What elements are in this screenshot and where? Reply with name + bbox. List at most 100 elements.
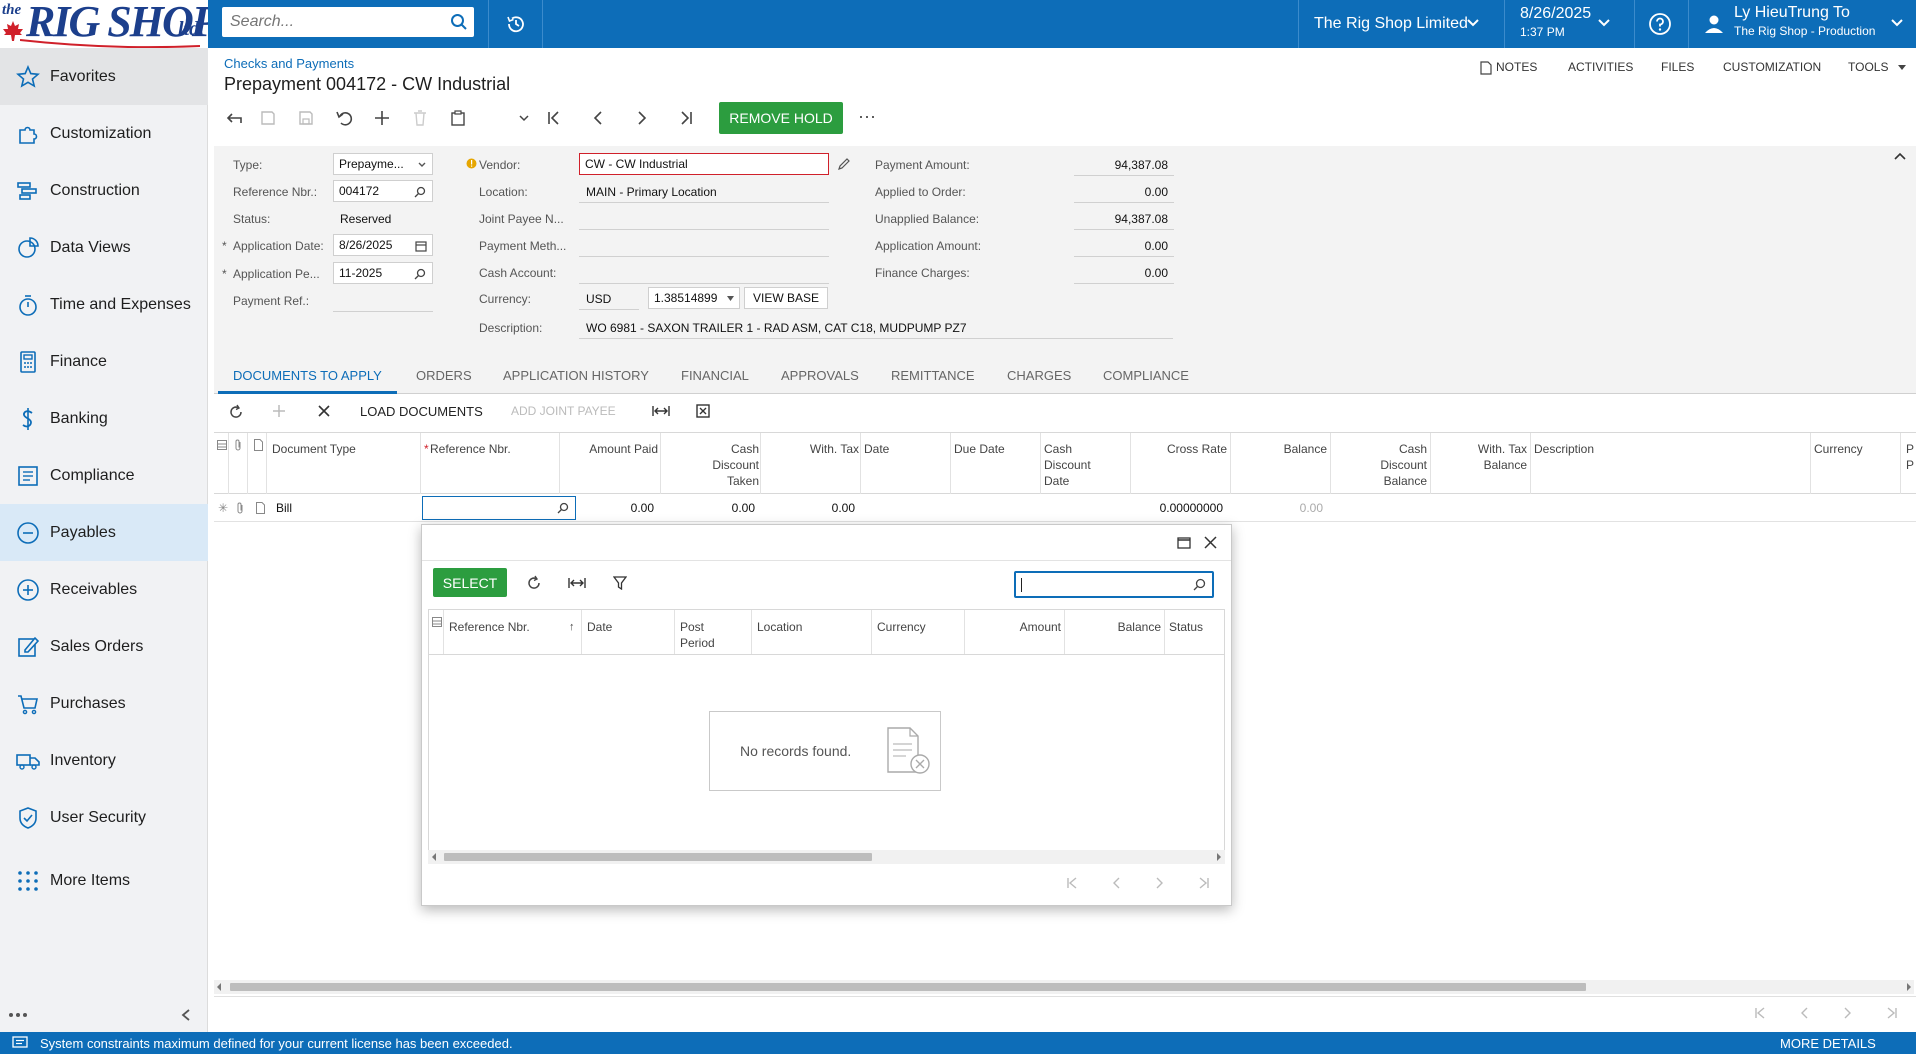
search-input[interactable] (222, 7, 432, 37)
scroll-right-icon[interactable] (1906, 983, 1912, 991)
scroll-right-icon[interactable] (1216, 853, 1222, 861)
col-cash-discount-date[interactable]: Cash Discount Date (1044, 441, 1091, 489)
payment-method-field[interactable] (579, 256, 829, 257)
cell-document-type[interactable]: Bill (276, 501, 292, 515)
col-reference-nbr[interactable]: Reference Nbr. (430, 441, 511, 457)
lookup-icon[interactable] (414, 186, 426, 198)
vendor-field[interactable]: CW - CW Industrial (579, 153, 829, 175)
cash-account-field[interactable] (579, 283, 829, 284)
cell-with-tax[interactable]: 0.00 (761, 501, 855, 515)
col-truncated[interactable]: PP (1906, 441, 1914, 473)
col-amount[interactable]: Amount (965, 619, 1061, 635)
close-icon[interactable] (318, 405, 330, 417)
col-post-period[interactable]: Post Period (680, 619, 715, 651)
company-logo[interactable]: the RIG SHOP ltd. (0, 0, 208, 48)
tools-menu[interactable]: TOOLS (1848, 60, 1888, 74)
load-documents-button[interactable]: LOAD DOCUMENTS (360, 404, 483, 419)
remove-hold-button[interactable]: REMOVE HOLD (719, 102, 843, 134)
col-balance[interactable]: Balance (1065, 619, 1161, 635)
search-icon[interactable] (450, 13, 468, 31)
tab-compliance[interactable]: COMPLIANCE (1103, 362, 1189, 394)
chevron-down-icon[interactable] (1597, 18, 1611, 28)
currency-rate-select[interactable]: 1.38514899 (648, 287, 740, 309)
tab-charges[interactable]: CHARGES (1007, 362, 1071, 394)
application-period-field[interactable]: 11-2025 (333, 262, 433, 284)
collapse-sidebar-icon[interactable] (180, 1008, 192, 1022)
dialog-search-box[interactable] (1014, 571, 1214, 598)
location-value[interactable]: MAIN - Primary Location (586, 185, 717, 199)
collapse-icon[interactable] (1894, 152, 1906, 160)
chevron-down-icon[interactable] (1466, 18, 1480, 28)
next-page-button[interactable] (1150, 873, 1170, 893)
cell-cash-discount-taken[interactable]: 0.00 (661, 501, 755, 515)
user-icon[interactable] (1702, 12, 1726, 36)
global-search[interactable] (222, 7, 474, 37)
sidebar-item-inventory[interactable]: Inventory (0, 732, 208, 789)
sidebar-item-customization[interactable]: Customization (0, 105, 208, 162)
close-icon[interactable] (1204, 536, 1217, 549)
col-location[interactable]: Location (757, 619, 802, 635)
col-due-date[interactable]: Due Date (954, 441, 1005, 457)
sidebar-item-favorites[interactable]: Favorites (0, 48, 208, 105)
col-date[interactable]: Date (864, 441, 889, 457)
delete-button[interactable] (408, 106, 432, 130)
next-page-button[interactable] (1838, 1003, 1858, 1023)
column-config-icon[interactable] (432, 617, 442, 627)
col-description[interactable]: Description (1534, 441, 1594, 457)
lookup-icon[interactable] (414, 268, 426, 280)
refresh-icon[interactable] (526, 575, 542, 591)
sidebar-item-construction[interactable]: Construction (0, 162, 208, 219)
cell-amount-paid[interactable]: 0.00 (560, 501, 654, 515)
tab-approvals[interactable]: APPROVALS (781, 362, 859, 394)
sidebar-item-purchases[interactable]: Purchases (0, 675, 208, 732)
sidebar-item-data-views[interactable]: Data Views (0, 219, 208, 276)
col-with-tax[interactable]: With. Tax (761, 441, 859, 457)
search-icon[interactable] (1193, 578, 1206, 591)
reference-nbr-input[interactable] (422, 496, 576, 520)
table-row[interactable]: ✳ Bill 0.00 0.00 0.00 0.00000000 0.00 (214, 494, 1916, 522)
scrollbar-thumb[interactable] (444, 853, 872, 861)
tab-orders[interactable]: ORDERS (416, 362, 472, 394)
activities-link[interactable]: ACTIVITIES (1568, 60, 1633, 74)
type-select[interactable]: Prepayme... (333, 153, 433, 175)
tab-financial[interactable]: FINANCIAL (681, 362, 749, 394)
scrollbar-thumb[interactable] (230, 983, 1586, 991)
previous-page-button[interactable] (1106, 873, 1126, 893)
select-button[interactable]: SELECT (433, 568, 507, 597)
files-link[interactable]: FILES (1661, 60, 1694, 74)
user-menu[interactable]: Ly HieuTrung To The Rig Shop - Productio… (1734, 4, 1875, 38)
tab-documents-to-apply[interactable]: DOCUMENTS TO APPLY (218, 362, 397, 394)
col-cash-discount-balance[interactable]: Cash Discount Balance (1331, 441, 1427, 489)
cell-cross-rate[interactable]: 0.00000000 (1131, 501, 1223, 515)
fit-columns-icon[interactable] (652, 405, 670, 417)
fit-columns-icon[interactable] (568, 577, 586, 589)
dialog-horizontal-scrollbar[interactable] (428, 850, 1225, 864)
tab-remittance[interactable]: REMITTANCE (891, 362, 975, 394)
grid-horizontal-scrollbar[interactable] (214, 980, 1914, 994)
recent-history-button[interactable] (490, 0, 542, 48)
previous-page-button[interactable] (1794, 1003, 1814, 1023)
sidebar-item-compliance[interactable]: Compliance (0, 447, 208, 504)
col-document-type[interactable]: Document Type (272, 441, 356, 457)
caret-down-icon[interactable] (1898, 65, 1906, 70)
col-reference-nbr[interactable]: Reference Nbr. (449, 619, 530, 635)
attachment-icon[interactable] (236, 502, 245, 514)
customization-link[interactable]: CUSTOMIZATION (1723, 60, 1821, 74)
more-details-link[interactable]: MORE DETAILS (1780, 1036, 1876, 1051)
sidebar-item-sales-orders[interactable]: Sales Orders (0, 618, 208, 675)
column-config-icon[interactable] (217, 440, 227, 450)
back-button[interactable] (222, 106, 246, 130)
last-page-button[interactable] (1882, 1003, 1902, 1023)
sidebar-item-receivables[interactable]: Receivables (0, 561, 208, 618)
help-icon[interactable] (1648, 12, 1672, 36)
scroll-left-icon[interactable] (431, 853, 437, 861)
company-selector[interactable]: The Rig Shop Limited (1314, 0, 1468, 48)
last-record-button[interactable] (674, 106, 698, 130)
sort-ascending-icon[interactable]: ↑ (569, 619, 575, 635)
filter-icon[interactable] (613, 576, 627, 590)
add-joint-payee-button[interactable]: ADD JOINT PAYEE (511, 404, 616, 418)
last-page-button[interactable] (1194, 873, 1214, 893)
sidebar-item-banking[interactable]: Banking (0, 390, 208, 447)
next-record-button[interactable] (630, 106, 654, 130)
undo-button[interactable] (332, 106, 356, 130)
